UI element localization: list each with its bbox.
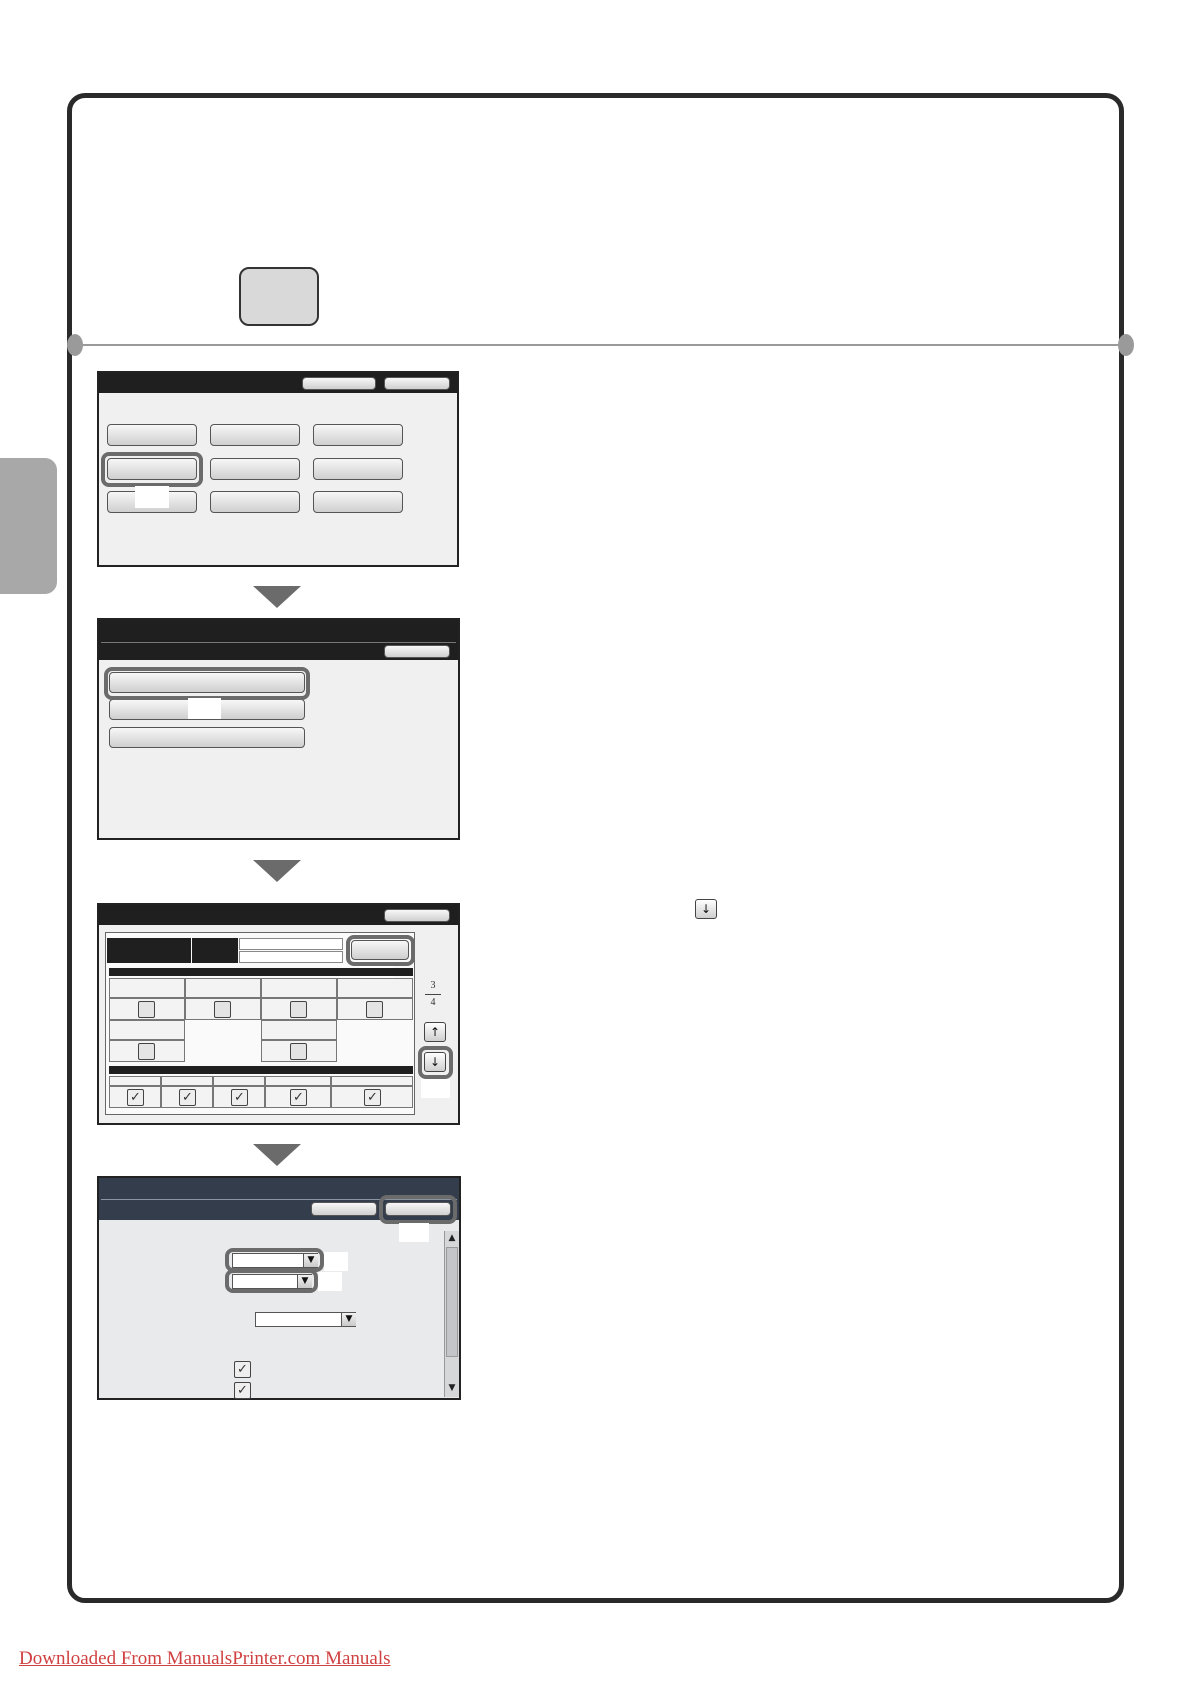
screen-4-select-3[interactable]: ▼ (255, 1312, 356, 1327)
screen-3-header-cell-2 (192, 938, 238, 963)
screen-1-title-button-1[interactable] (302, 377, 376, 390)
scrollbar-up-icon[interactable]: ▲ (447, 1233, 457, 1243)
screen-1-menu-button-6[interactable] (313, 458, 403, 480)
screen-3-checkbox[interactable] (290, 1043, 307, 1060)
screen-1-menu-button-1[interactable] (107, 424, 197, 446)
screen-1-menu-button-9[interactable] (313, 491, 403, 513)
screen-2-titlebar (99, 620, 458, 660)
hardware-key-illustration (239, 267, 319, 326)
screen-3-checked-cell: ✓ (331, 1086, 413, 1108)
screen-3-checkbox[interactable] (366, 1001, 383, 1018)
screen-4-select-2-highlight (225, 1269, 318, 1293)
screen-3-label-cell (109, 978, 185, 998)
screen-1-menu-button-5[interactable] (210, 458, 300, 480)
screen-3-label-cell (161, 1076, 213, 1086)
section-divider (72, 344, 1130, 346)
screen-3-header-field-1 (239, 938, 343, 950)
checkmark-icon[interactable]: ✓ (234, 1361, 251, 1378)
flow-arrow-3 (253, 1144, 301, 1166)
screen-3-register-highlight (346, 935, 415, 966)
screen-3-checked-cell: ✓ (265, 1086, 331, 1108)
checkmark-icon[interactable]: ✓ (364, 1089, 381, 1106)
screen-3-label-cell (261, 1020, 337, 1040)
screen-3-title-button[interactable] (384, 909, 450, 922)
screen-3-label-cell (185, 978, 261, 998)
chapter-side-tab (0, 458, 57, 594)
checkmark-icon[interactable]: ✓ (290, 1089, 307, 1106)
screen-3-checkbox-cell (337, 998, 413, 1020)
screen-1-menu (97, 371, 459, 567)
screen-3-checkbox[interactable] (290, 1001, 307, 1018)
footer-download-link[interactable]: Downloaded From ManualsPrinter.com Manua… (19, 1648, 391, 1670)
screen-3-checkbox[interactable] (214, 1001, 231, 1018)
scrollbar-down-icon[interactable]: ▼ (447, 1383, 457, 1393)
screen-3-checked-cell: ✓ (161, 1086, 213, 1108)
screen-3-settings-grid: ✓ ✓ ✓ ✓ ✓ 3 4 ↑ ↓ (97, 903, 460, 1125)
screen-1-menu-button-8[interactable] (210, 491, 300, 513)
screen-2-list-button-3[interactable] (109, 727, 305, 748)
flow-arrow-2 (253, 860, 301, 882)
screen-2-title-button[interactable] (384, 645, 450, 658)
screen-1-titlebar (99, 373, 457, 393)
screen-3-label-cell (337, 978, 413, 998)
screen-3-checked-cell: ✓ (109, 1086, 161, 1108)
inline-scroll-down-icon: ↓ (695, 899, 717, 919)
screen-4-cancel-button[interactable] (311, 1202, 377, 1216)
screen-4-step-label-box-1 (399, 1223, 429, 1242)
checkmark-icon[interactable]: ✓ (127, 1089, 144, 1106)
screen-3-label-cell (213, 1076, 265, 1086)
screen-3-checkbox-cell (261, 998, 337, 1020)
screen-4-scrollbar[interactable]: ▲ ▼ (444, 1231, 459, 1397)
screen-4-step-label-box-2 (324, 1252, 348, 1271)
checkmark-icon[interactable]: ✓ (234, 1382, 251, 1399)
screen-4-form: ▼ ▼ ▼ ✓ ✓ ▲ ▼ (97, 1176, 461, 1400)
screen-3-checkbox-cell (109, 998, 185, 1020)
screen-3-label-cell (261, 978, 337, 998)
screen-3-header-field-2 (239, 951, 343, 963)
divider-right-dot (1118, 334, 1134, 356)
screen-1-menu-button-3[interactable] (313, 424, 403, 446)
screen-3-label-cell (109, 1076, 161, 1086)
screen-3-checkbox-cell (261, 1040, 337, 1062)
screen-3-page-total: 4 (430, 997, 436, 1008)
scrollbar-thumb[interactable] (446, 1247, 458, 1357)
screen-1-highlight (101, 452, 203, 487)
screen-3-label-cell (331, 1076, 413, 1086)
screen-3-grid-area: ✓ ✓ ✓ ✓ ✓ (105, 932, 415, 1115)
checkmark-icon[interactable]: ✓ (231, 1089, 248, 1106)
screen-3-scroll-highlight (418, 1046, 453, 1079)
screen-4-ok-highlight (379, 1195, 457, 1224)
screen-3-section-bar-2 (109, 1066, 413, 1074)
screen-3-checkbox[interactable] (138, 1043, 155, 1060)
screen-3-checkbox[interactable] (138, 1001, 155, 1018)
screen-3-label-cell (265, 1076, 331, 1086)
screen-3-checkbox-cell (109, 1040, 185, 1062)
screen-3-header-cell-1 (107, 938, 191, 963)
screen-2-list (97, 618, 460, 840)
screen-3-step-label-box-2 (421, 1079, 450, 1098)
screen-1-menu-button-2[interactable] (210, 424, 300, 446)
dropdown-icon[interactable]: ▼ (341, 1313, 356, 1326)
screen-3-page-divider (425, 994, 441, 995)
divider-left-dot (67, 334, 83, 356)
checkmark-icon[interactable]: ✓ (179, 1089, 196, 1106)
screen-3-checked-cell: ✓ (213, 1086, 265, 1108)
screen-1-title-button-2[interactable] (384, 377, 450, 390)
screen-2-title-separator (101, 642, 456, 643)
screen-3-checkbox-cell (185, 998, 261, 1020)
screen-3-page-current: 3 (430, 980, 436, 991)
screen-3-label-cell (109, 1020, 185, 1040)
screen-4-step-label-box-3 (318, 1272, 342, 1291)
scroll-up-icon[interactable]: ↑ (424, 1022, 446, 1042)
screen-2-highlight (104, 667, 310, 700)
screen-1-step-label-box (135, 486, 169, 508)
flow-arrow-1 (253, 586, 301, 608)
screen-3-titlebar (99, 905, 458, 925)
screen-3-section-bar-1 (109, 968, 413, 976)
screen-2-step-label-box (188, 698, 221, 719)
